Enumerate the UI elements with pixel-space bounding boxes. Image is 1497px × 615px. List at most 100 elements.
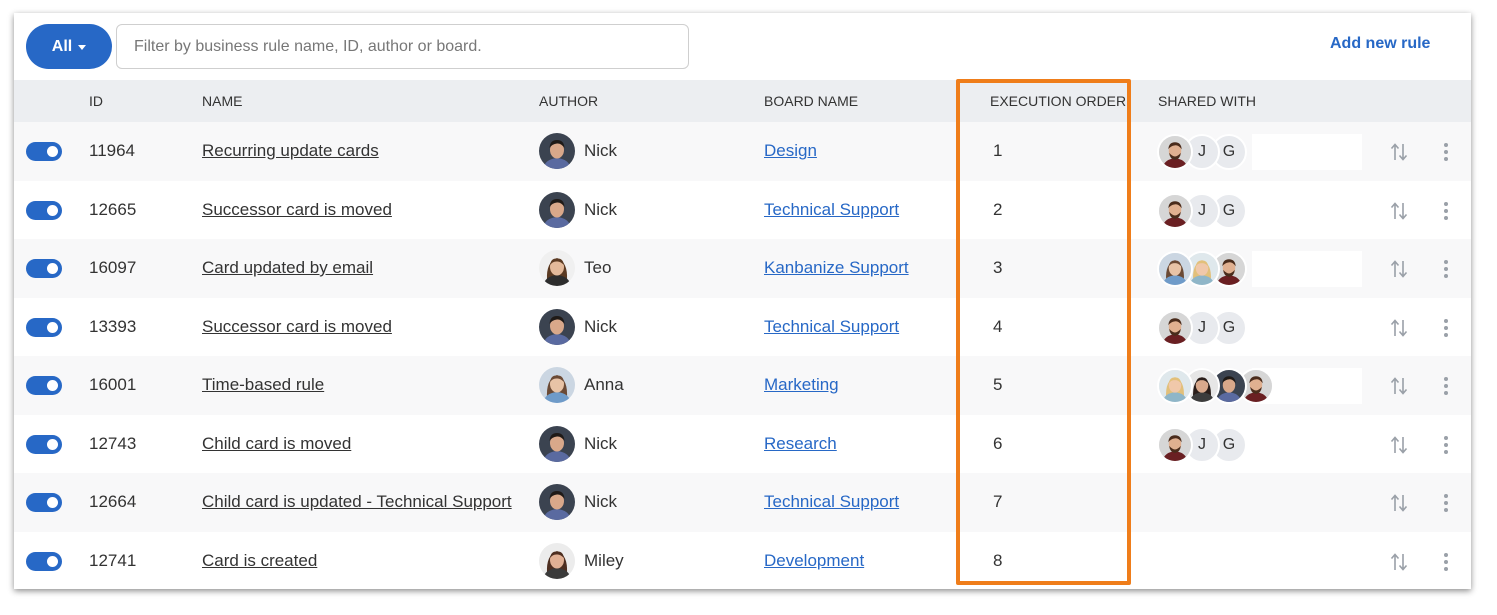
author-avatar	[539, 484, 575, 520]
author-avatar	[539, 308, 575, 345]
board-name-link[interactable]: Design	[764, 141, 817, 161]
rule-id: 12664	[89, 492, 137, 511]
board-name-link[interactable]: Kanbanize Support	[764, 258, 909, 278]
sort-arrows-icon[interactable]	[1390, 375, 1408, 397]
author-name: Nick	[584, 141, 618, 160]
author-avatar	[539, 191, 575, 228]
more-vertical-icon[interactable]	[1441, 258, 1451, 280]
sort-arrows-icon[interactable]	[1390, 258, 1408, 280]
author-name: Teo	[584, 258, 612, 277]
shared-overflow-fade	[1252, 251, 1362, 287]
column-header-shared-with[interactable]: SHARED WITH	[1158, 93, 1256, 109]
table-row: 16001 Time-based rule Anna Marketing 5	[14, 356, 1471, 415]
shared-with-group[interactable]: JG	[1157, 134, 1362, 170]
rule-id: 13393	[89, 316, 137, 336]
column-header-name[interactable]: NAME	[202, 93, 242, 109]
rule-enabled-toggle[interactable]	[26, 142, 62, 161]
sort-arrows-icon[interactable]	[1390, 492, 1408, 514]
rule-name-link[interactable]: Time-based rule	[202, 375, 324, 395]
column-header-id[interactable]: ID	[89, 93, 103, 109]
execution-order-value: 5	[993, 375, 1003, 394]
filter-all-label: All	[51, 37, 73, 55]
sort-arrows-icon[interactable]	[1390, 434, 1408, 456]
rule-enabled-toggle[interactable]	[26, 551, 62, 571]
rule-enabled-toggle[interactable]	[26, 317, 62, 337]
column-header-author[interactable]: AUTHOR	[539, 93, 598, 109]
execution-order-value: 4	[993, 316, 1003, 336]
column-header-execution-order[interactable]: EXECUTION ORDER	[990, 93, 1126, 109]
shared-with-group[interactable]: JG	[1157, 192, 1362, 229]
shared-with-group[interactable]	[1157, 368, 1362, 404]
rule-name-link[interactable]: Card is created	[202, 551, 317, 571]
shared-with-group[interactable]	[1157, 544, 1362, 580]
more-vertical-icon[interactable]	[1441, 141, 1451, 163]
sort-arrows-icon[interactable]	[1390, 317, 1408, 339]
shared-with-group[interactable]	[1157, 251, 1362, 287]
shared-user-avatar	[1157, 368, 1193, 404]
author-name: Nick	[584, 316, 618, 336]
shared-overflow-fade	[1252, 426, 1362, 463]
board-name-link[interactable]: Development	[764, 551, 864, 571]
shared-overflow-fade	[1252, 309, 1362, 346]
rule-id: 16097	[89, 258, 137, 277]
more-vertical-icon[interactable]	[1441, 200, 1451, 222]
author-name: Nick	[584, 199, 618, 219]
rule-id: 12743	[89, 433, 137, 453]
shared-user-avatar	[1157, 251, 1193, 287]
more-vertical-icon[interactable]	[1441, 551, 1451, 573]
shared-with-group[interactable]: JG	[1157, 426, 1362, 463]
author-name: Nick	[584, 433, 618, 453]
column-header-board-name[interactable]: BOARD NAME	[764, 93, 858, 109]
author-name: Miley	[584, 550, 624, 570]
more-vertical-icon[interactable]	[1441, 434, 1451, 456]
rule-name-link[interactable]: Successor card is moved	[202, 317, 392, 337]
rule-name-link[interactable]: Child card is updated - Technical Suppor…	[202, 492, 512, 512]
rule-enabled-toggle[interactable]	[26, 259, 62, 278]
author-name: Anna	[584, 375, 624, 394]
author-avatar	[539, 542, 575, 579]
execution-order-value: 3	[993, 258, 1003, 277]
author-name: Nick	[584, 492, 618, 511]
table-row: 12664 Child card is updated - Technical S…	[14, 473, 1471, 532]
shared-overflow-fade	[1252, 134, 1362, 170]
rule-enabled-toggle[interactable]	[26, 493, 62, 512]
rule-name-link[interactable]: Successor card is moved	[202, 200, 392, 220]
more-vertical-icon[interactable]	[1441, 375, 1451, 397]
rule-enabled-toggle[interactable]	[26, 200, 62, 220]
shared-user-avatar	[1157, 192, 1193, 229]
table-row: 12665 Successor card is moved Nick Technica…	[14, 180, 1471, 239]
sort-arrows-icon[interactable]	[1390, 200, 1408, 222]
execution-order-value: 6	[993, 433, 1003, 453]
rules-panel: All Add new rule ID NAME AUTHOR BOARD NA…	[14, 13, 1471, 589]
rule-id: 12741	[89, 550, 137, 570]
board-name-link[interactable]: Technical Support	[764, 200, 899, 220]
rule-id: 11964	[89, 141, 136, 160]
rule-enabled-toggle[interactable]	[26, 434, 62, 454]
board-name-link[interactable]: Marketing	[764, 375, 839, 395]
toolbar: All Add new rule	[14, 13, 1471, 80]
table-header: ID NAME AUTHOR BOARD NAME EXECUTION ORDE…	[14, 80, 1471, 122]
filter-all-button[interactable]: All	[26, 24, 112, 69]
author-avatar	[539, 425, 575, 462]
shared-user-avatar	[1157, 426, 1193, 463]
board-name-link[interactable]: Technical Support	[764, 317, 899, 337]
execution-order-value: 1	[993, 141, 1003, 160]
rule-name-link[interactable]: Recurring update cards	[202, 141, 379, 161]
rule-enabled-toggle[interactable]	[26, 376, 62, 395]
board-name-link[interactable]: Technical Support	[764, 492, 899, 512]
shared-with-group[interactable]: JG	[1157, 309, 1362, 346]
board-name-link[interactable]: Research	[764, 434, 837, 454]
rule-name-link[interactable]: Child card is moved	[202, 434, 351, 454]
shared-with-group[interactable]	[1157, 485, 1362, 521]
author-avatar	[539, 250, 575, 286]
rule-name-link[interactable]: Card updated by email	[202, 258, 373, 278]
rule-id: 16001	[89, 375, 137, 394]
more-vertical-icon[interactable]	[1441, 492, 1451, 514]
more-vertical-icon[interactable]	[1441, 317, 1451, 339]
sort-arrows-icon[interactable]	[1390, 141, 1408, 163]
sort-arrows-icon[interactable]	[1390, 551, 1408, 573]
table-row: 12741 Card is created Miley Development 8	[14, 531, 1471, 589]
add-new-rule-link[interactable]: Add new rule	[1330, 35, 1430, 53]
shared-user-avatar	[1157, 134, 1193, 170]
search-input[interactable]	[116, 24, 689, 69]
